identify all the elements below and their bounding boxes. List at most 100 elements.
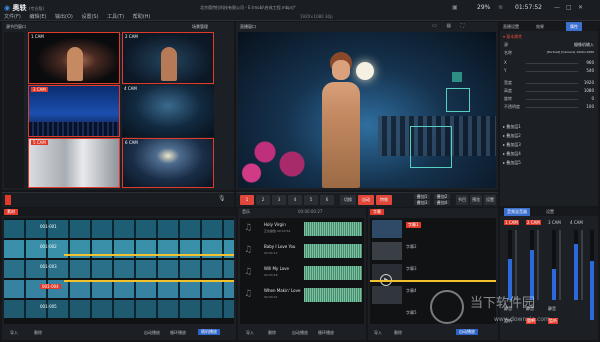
music-import-button[interactable]: 导入: [246, 330, 254, 336]
tab-live-settings[interactable]: 直播设置: [503, 24, 519, 30]
music-auto-button[interactable]: 自动播放: [292, 330, 308, 336]
subtitle-item-4[interactable]: 字幕4: [406, 288, 417, 294]
subtitle-thumb[interactable]: [372, 220, 402, 238]
maximize-icon[interactable]: □: [566, 4, 572, 11]
props-section-header[interactable]: ▾ 基本属性: [503, 34, 522, 40]
overlay-btn-3[interactable]: 叠加3: [414, 200, 430, 205]
menu-settings[interactable]: 设置(S): [81, 13, 98, 20]
prop-rotation[interactable]: 旋转 0: [500, 96, 598, 103]
menu-output[interactable]: 输出(O): [55, 13, 73, 20]
tab-mixer-settings[interactable]: 设置: [546, 209, 554, 215]
switch-btn-5[interactable]: 5: [304, 195, 318, 205]
group-overlay-4[interactable]: ▸ 叠加层4: [503, 149, 521, 158]
group-overlay-1[interactable]: ▸ 叠加层1: [503, 122, 521, 131]
grid-icon[interactable]: ▦: [446, 23, 451, 29]
switch-btn-6[interactable]: 6: [320, 195, 334, 205]
overlay-btn-2[interactable]: 叠加2: [434, 194, 450, 199]
overlay-box-1[interactable]: [446, 88, 470, 112]
group-overlay-2[interactable]: ▸ 叠加层2: [503, 131, 521, 140]
source-thumb-6[interactable]: 6 CAM: [122, 138, 214, 188]
overlay-btn-1[interactable]: 叠加1: [414, 194, 430, 199]
overlay-box-3[interactable]: [452, 72, 462, 82]
clip-tab[interactable]: 素材: [4, 209, 18, 215]
close-icon[interactable]: ✕: [578, 4, 583, 11]
tab-audio-mixer[interactable]: 音频混音器: [504, 208, 530, 216]
prop-width[interactable]: 宽度 1920: [500, 80, 598, 87]
prop-height[interactable]: 高度 1080: [500, 88, 598, 95]
record-indicator[interactable]: [5, 195, 11, 205]
group-overlay-3[interactable]: ▸ 叠加层3: [503, 140, 521, 149]
music-item[interactable]: ♫ Will My Love 00:03:48: [240, 264, 364, 282]
menu-edit[interactable]: 编辑(E): [29, 13, 46, 20]
clip-track[interactable]: [4, 280, 234, 298]
group-overlay-5[interactable]: ▸ 叠加层5: [503, 158, 521, 167]
fx-button[interactable]: 特效: [376, 195, 392, 205]
subtitle-import-button[interactable]: 导入: [374, 330, 382, 336]
preview-btn[interactable]: 预览: [470, 195, 482, 205]
switch-btn-3[interactable]: 3: [272, 195, 286, 205]
prop-x[interactable]: X 960: [500, 60, 598, 67]
switch-btn-4[interactable]: 4: [288, 195, 302, 205]
source-thumb-5[interactable]: 5 CAM: [28, 138, 120, 188]
subtitle-item-1[interactable]: 字幕1: [406, 222, 421, 228]
subtitle-item-5[interactable]: 字幕5: [406, 310, 417, 316]
source-panel: 源节目窗口 场景管理 1 CAM 2 CAM 3 CAM 4 CAM 5 CAM…: [2, 22, 234, 190]
subtitle-item-2[interactable]: 字幕2: [406, 244, 417, 250]
music-footer: 导入 删除 自动播放 循环播放: [240, 328, 364, 338]
tab-effects[interactable]: 效果: [536, 24, 544, 30]
waveform: [304, 222, 362, 236]
menu-file[interactable]: 文件(F): [4, 13, 21, 20]
clip-track[interactable]: [4, 300, 234, 318]
waveform: [304, 288, 362, 302]
overlay-box-2[interactable]: [410, 126, 452, 168]
minimize-icon[interactable]: —: [554, 4, 560, 11]
switch-btn-2[interactable]: 2: [256, 195, 270, 205]
music-delete-button[interactable]: 删除: [268, 330, 276, 336]
switch-btn-1[interactable]: 1: [240, 195, 254, 205]
cut-button[interactable]: 切换: [340, 195, 356, 205]
subtitle-thumb[interactable]: [372, 242, 402, 260]
network-icon: ≋: [498, 4, 504, 11]
clip-import-button[interactable]: 导入: [10, 330, 18, 336]
subtitle-delete-button[interactable]: 删除: [394, 330, 402, 336]
master-level: [590, 260, 594, 320]
fullscreen-icon[interactable]: ⛶: [461, 23, 465, 29]
collapse-icon: ▸: [503, 151, 506, 156]
clip-track[interactable]: [4, 260, 234, 278]
subtitle-thumb[interactable]: [372, 286, 402, 304]
clip-loop-button[interactable]: 循环播放: [170, 330, 186, 336]
prop-opacity[interactable]: 不透明度 100: [500, 104, 598, 111]
clip-track[interactable]: [4, 220, 234, 238]
logo-text: 奥轶: [12, 4, 27, 12]
prop-source[interactable]: 源摄像机输入: [500, 42, 598, 49]
source-thumb-3[interactable]: 3 CAM: [28, 85, 120, 137]
track-label-3: 001-003: [40, 264, 57, 269]
clip-random-button[interactable]: 随机播放: [198, 329, 220, 335]
menu-tools[interactable]: 工具(T): [107, 13, 124, 20]
music-note-icon: ♫: [244, 223, 253, 233]
monitor-icon[interactable]: ▭: [432, 23, 437, 29]
music-loop-button[interactable]: 循环播放: [318, 330, 334, 336]
menu-help[interactable]: 帮助(H): [133, 13, 151, 20]
mic-icon[interactable]: 🎙: [218, 195, 226, 202]
overlay-btn-4[interactable]: 叠加4: [434, 200, 450, 205]
music-panel: 音乐 00:00:00:27 ♫ Holy Virgin 正在播放 00:03:…: [238, 208, 366, 340]
source-thumb-4[interactable]: 4 CAM: [122, 85, 214, 137]
clip-auto-button[interactable]: 自动播放: [144, 330, 160, 336]
clip-delete-button[interactable]: 删除: [34, 330, 42, 336]
scene-manager-label[interactable]: 场景管理: [192, 24, 208, 30]
subtitle-item-3[interactable]: 字幕3: [406, 266, 417, 272]
subtitle-panel-header[interactable]: 字幕: [370, 209, 384, 215]
auto-button[interactable]: 自动: [358, 195, 374, 205]
prop-y[interactable]: Y 540: [500, 68, 598, 75]
program-btn[interactable]: 节目: [456, 195, 468, 205]
prop-name[interactable]: 名称 [Portrait] [Camera] 1920×1080: [500, 50, 598, 57]
music-item[interactable]: ♫ Baby I Love You 00:04:12: [240, 242, 364, 260]
tab-properties[interactable]: 属性: [566, 22, 582, 31]
music-note-icon: ♫: [244, 245, 253, 255]
switch-settings-btn[interactable]: 设置: [484, 195, 496, 205]
music-item[interactable]: ♫ Holy Virgin 正在播放 00:03:52: [240, 220, 364, 238]
source-thumb-1[interactable]: 1 CAM: [28, 32, 120, 84]
source-thumb-2[interactable]: 2 CAM: [122, 32, 214, 84]
music-item[interactable]: ♫ When Makin' Love 00:04:01: [240, 286, 364, 304]
